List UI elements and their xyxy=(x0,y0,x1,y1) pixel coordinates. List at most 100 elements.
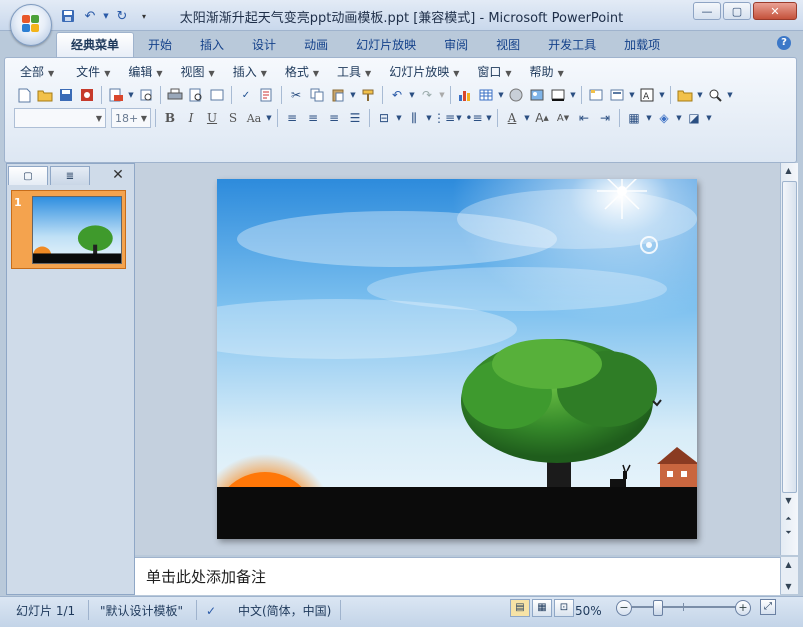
clip-art-icon[interactable] xyxy=(506,85,526,105)
dropdown-icon[interactable]: ▼ xyxy=(127,85,135,105)
columns-icon[interactable]: ⫼ xyxy=(404,108,424,128)
decrease-indent-icon[interactable]: ⇤ xyxy=(574,108,594,128)
print-icon[interactable] xyxy=(165,85,185,105)
new-slide-icon[interactable] xyxy=(586,85,606,105)
notes-placeholder[interactable]: 单击此处添加备注 xyxy=(146,566,266,587)
redo-icon[interactable]: ↻ xyxy=(112,7,132,25)
format-painter-icon[interactable] xyxy=(358,85,378,105)
tab-design[interactable]: 设计 xyxy=(238,33,290,57)
insert-table-icon[interactable] xyxy=(476,85,496,105)
align-right-icon[interactable]: ≡ xyxy=(324,108,344,128)
shadow-icon[interactable]: S xyxy=(223,108,243,128)
previous-slide-icon[interactable]: ⏶ xyxy=(781,511,796,526)
font-size-combo[interactable]: 18+ ▼ xyxy=(111,108,151,128)
increase-indent-icon[interactable]: ⇥ xyxy=(595,108,615,128)
dropdown-icon[interactable]: ▼ xyxy=(485,108,493,128)
dropdown-icon[interactable]: ▼ xyxy=(455,108,463,128)
help-icon[interactable]: ? xyxy=(777,36,791,50)
menu-view[interactable]: 视图 ▼ xyxy=(173,63,223,81)
scroll-up-icon[interactable]: ▲ xyxy=(781,163,796,178)
cut-icon[interactable]: ✂ xyxy=(286,85,306,105)
outline-tab[interactable]: ≣ xyxy=(50,166,90,185)
language-indicator[interactable]: 中文(简体，中国) xyxy=(238,603,331,619)
menu-file[interactable]: 文件 ▼ xyxy=(68,63,118,81)
copy-icon[interactable] xyxy=(307,85,327,105)
menu-help[interactable]: 帮助 ▼ xyxy=(522,63,572,81)
save-icon[interactable] xyxy=(58,7,78,25)
bullets-icon[interactable]: •≡ xyxy=(464,108,484,128)
italic-icon[interactable]: I xyxy=(181,108,201,128)
dropdown-icon[interactable]: ▼ xyxy=(438,85,446,105)
arrange-icon[interactable]: ▦ xyxy=(624,108,644,128)
menu-all[interactable]: 全部 ▼ xyxy=(12,63,62,81)
save-icon[interactable] xyxy=(56,85,76,105)
zoom-out-icon[interactable]: − xyxy=(616,600,632,616)
quick-styles-icon[interactable]: ◈ xyxy=(654,108,674,128)
tab-home[interactable]: 开始 xyxy=(134,33,186,57)
permission-icon[interactable] xyxy=(77,85,97,105)
decrease-font-icon[interactable]: A ▼ xyxy=(553,108,573,128)
menu-slide-show[interactable]: 幻灯片放映 ▼ xyxy=(381,63,467,81)
scroll-up-icon[interactable]: ▲ xyxy=(781,557,796,572)
dropdown-icon[interactable]: ▼ xyxy=(569,85,577,105)
dropdown-icon[interactable]: ▼ xyxy=(408,85,416,105)
slide-show-icon[interactable]: ⊡ xyxy=(554,599,574,617)
justify-icon[interactable]: ☰ xyxy=(345,108,365,128)
menu-edit[interactable]: 编辑 ▼ xyxy=(120,63,170,81)
menu-window[interactable]: 窗口 ▼ xyxy=(469,63,519,81)
undo-dropdown-icon[interactable]: ▼ xyxy=(102,7,110,25)
text-box-icon[interactable]: A xyxy=(637,85,657,105)
minimize-button[interactable]: — xyxy=(693,2,721,20)
vertical-scrollbar[interactable]: ▲ ▼ ⏶ ⏷ xyxy=(780,163,798,555)
dropdown-icon[interactable]: ▼ xyxy=(395,108,403,128)
increase-font-icon[interactable]: A ▲ xyxy=(532,108,552,128)
zoom-slider-track[interactable] xyxy=(632,606,736,608)
spelling-check-icon[interactable]: ✓ xyxy=(206,603,216,619)
dropdown-icon[interactable]: ▼ xyxy=(705,108,713,128)
undo-icon[interactable]: ↶ xyxy=(387,85,407,105)
normal-view-icon[interactable]: ▤ xyxy=(510,599,530,617)
dropdown-icon[interactable]: ▼ xyxy=(628,85,636,105)
align-left-icon[interactable]: ≡ xyxy=(282,108,302,128)
print-preview-icon[interactable] xyxy=(186,85,206,105)
close-pane-icon[interactable]: ✕ xyxy=(110,167,126,183)
scroll-down-icon[interactable]: ▼ xyxy=(781,493,796,508)
zoom-icon[interactable] xyxy=(705,85,725,105)
dropdown-icon[interactable]: ▼ xyxy=(658,85,666,105)
spelling-icon[interactable]: ✓ xyxy=(236,85,256,105)
paste-icon[interactable] xyxy=(328,85,348,105)
slide-thumbnail[interactable] xyxy=(32,196,122,264)
maximize-button[interactable]: ▢ xyxy=(723,2,751,20)
bold-icon[interactable]: B xyxy=(160,108,180,128)
attach-icon[interactable] xyxy=(136,85,156,105)
dropdown-icon[interactable]: ▼ xyxy=(726,85,734,105)
tab-classic-menu[interactable]: 经典菜单 xyxy=(56,32,135,57)
page-setup-icon[interactable] xyxy=(207,85,227,105)
zoom-in-icon[interactable]: + xyxy=(735,600,751,616)
tab-insert[interactable]: 插入 xyxy=(186,33,238,57)
slide-layout-icon[interactable] xyxy=(607,85,627,105)
office-button[interactable] xyxy=(10,4,52,46)
dropdown-icon[interactable]: ▼ xyxy=(675,108,683,128)
underline-icon[interactable]: U xyxy=(202,108,222,128)
open-icon[interactable] xyxy=(35,85,55,105)
shape-fill-icon[interactable]: ◪ xyxy=(684,108,704,128)
color-grayscale-icon[interactable] xyxy=(548,85,568,105)
text-direction-icon[interactable]: ⊟ xyxy=(374,108,394,128)
insert-picture-icon[interactable] xyxy=(527,85,547,105)
theme-name[interactable]: "默认设计模板" xyxy=(100,603,183,619)
tab-developer[interactable]: 开发工具 xyxy=(534,33,610,57)
font-color-icon[interactable]: A xyxy=(502,108,522,128)
research-icon[interactable] xyxy=(257,85,277,105)
close-button[interactable]: ✕ xyxy=(753,2,797,20)
next-slide-icon[interactable]: ⏷ xyxy=(781,525,796,540)
scroll-down-icon[interactable]: ▼ xyxy=(781,579,796,594)
open-folder-icon[interactable] xyxy=(675,85,695,105)
slides-tab[interactable]: ▢ xyxy=(8,166,48,185)
font-name-combo[interactable]: ▼ xyxy=(14,108,106,128)
align-center-icon[interactable]: ≡ xyxy=(303,108,323,128)
tab-view[interactable]: 视图 xyxy=(482,33,534,57)
menu-insert[interactable]: 插入 ▼ xyxy=(225,63,275,81)
dropdown-icon[interactable]: ▼ xyxy=(265,108,273,128)
redo-icon[interactable]: ↷ xyxy=(417,85,437,105)
